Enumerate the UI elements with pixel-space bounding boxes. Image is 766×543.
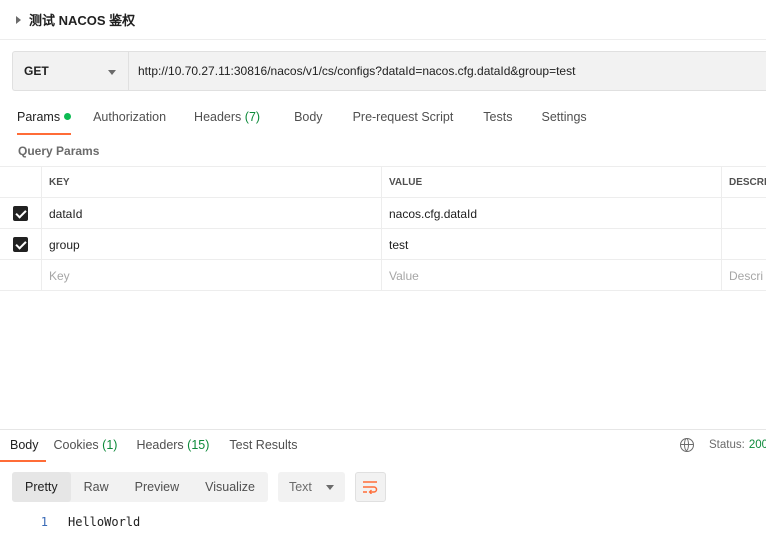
param-row: dataId nacos.cfg.dataId — [0, 198, 766, 229]
view-visualize-button[interactable]: Visualize — [192, 472, 268, 502]
new-param-key-input[interactable]: Key — [42, 260, 382, 291]
response-tab-test-results-label: Test Results — [229, 438, 298, 452]
tab-pre-request-script[interactable]: Pre-request Script — [353, 104, 454, 134]
wrap-lines-button[interactable] — [354, 472, 386, 502]
wrap-lines-icon — [363, 481, 378, 494]
param-description-cell[interactable] — [722, 229, 766, 260]
line-number: 1 — [40, 515, 48, 529]
tab-authorization-label: Authorization — [93, 110, 167, 124]
param-checkbox-cell — [0, 198, 42, 229]
response-tab-cookies-label: Cookies — [53, 438, 99, 452]
tab-body[interactable]: Body — [294, 104, 323, 134]
request-url-bar: GET http://10.70.27.11:30816/nacos/v1/cs… — [12, 51, 766, 91]
param-checkbox[interactable] — [13, 237, 28, 252]
response-tabs: Body Cookies (1) Headers (15) Test Resul… — [0, 432, 766, 462]
response-view-toolbar: Pretty Raw Preview Visualize Text — [12, 472, 386, 502]
request-title[interactable]: 测试 NACOS 鉴权 — [29, 10, 135, 29]
method-label: GET — [24, 64, 49, 78]
chevron-down-icon — [108, 70, 116, 75]
request-title-bar: 测试 NACOS 鉴权 — [0, 0, 766, 40]
view-preview-button[interactable]: Preview — [122, 472, 192, 502]
response-tab-cookies[interactable]: Cookies (1) — [54, 432, 118, 462]
view-pretty-button[interactable]: Pretty — [12, 472, 71, 502]
param-key-cell[interactable]: dataId — [42, 198, 382, 229]
format-select-label: Text — [288, 480, 312, 494]
response-tab-test-results[interactable]: Test Results — [229, 432, 297, 462]
tab-headers-label: Headers — [194, 110, 242, 124]
column-header-value: VALUE — [382, 167, 722, 198]
response-status: Status: 200 — [680, 438, 766, 452]
param-row: group test — [0, 229, 766, 260]
param-value-cell[interactable]: test — [382, 229, 722, 260]
query-params-heading: Query Params — [18, 144, 100, 158]
tab-params-label: Params — [17, 110, 61, 124]
tab-settings-label: Settings — [541, 110, 587, 124]
response-tab-cookies-count: (1) — [102, 438, 118, 452]
tab-settings[interactable]: Settings — [541, 104, 586, 134]
tab-tests[interactable]: Tests — [483, 104, 512, 134]
param-checkbox-cell — [0, 260, 42, 291]
tab-params[interactable]: Params — [17, 104, 72, 135]
params-active-dot-icon — [64, 113, 72, 120]
param-key-cell[interactable]: group — [42, 229, 382, 260]
format-select[interactable]: Text — [277, 472, 345, 502]
expand-caret-icon[interactable] — [16, 15, 21, 24]
request-tabs: Params Authorization Headers (7) Body Pr… — [0, 104, 766, 135]
response-tab-headers-count: (15) — [187, 438, 210, 452]
new-param-description-input[interactable]: Descri — [722, 260, 766, 291]
url-input[interactable]: http://10.70.27.11:30816/nacos/v1/cs/con… — [128, 51, 766, 91]
response-tab-body[interactable]: Body — [0, 432, 46, 462]
column-header-description: DESCRI — [729, 177, 766, 188]
param-new-row: Key Value Descri — [0, 260, 766, 291]
view-mode-group: Pretty Raw Preview Visualize — [12, 472, 268, 502]
response-tab-headers[interactable]: Headers (15) — [136, 432, 209, 462]
view-raw-button[interactable]: Raw — [71, 472, 122, 502]
tab-authorization[interactable]: Authorization — [93, 104, 166, 134]
status-label: Status: — [709, 439, 745, 451]
header-check-cell — [0, 167, 42, 198]
response-tab-headers-label: Headers — [136, 438, 184, 452]
param-checkbox-cell — [0, 229, 42, 260]
tab-headers[interactable]: Headers (7) — [194, 104, 260, 134]
chevron-down-icon — [325, 484, 334, 490]
tab-headers-count: (7) — [244, 110, 261, 124]
param-checkbox[interactable] — [13, 206, 28, 221]
tab-pre-request-script-label: Pre-request Script — [352, 110, 454, 124]
method-select[interactable]: GET — [12, 51, 128, 91]
response-body-editor[interactable]: 1 HelloWorld — [0, 511, 766, 533]
response-body-line: HelloWorld — [68, 515, 141, 529]
response-tab-body-label: Body — [10, 438, 39, 452]
param-value-cell[interactable]: nacos.cfg.dataId — [382, 198, 722, 229]
column-header-key: KEY — [42, 167, 382, 198]
tab-tests-label: Tests — [483, 110, 513, 124]
params-table: KEY VALUE DESCRI dataId nacos.cfg.dataId… — [0, 166, 766, 291]
globe-icon[interactable] — [680, 438, 694, 452]
params-table-header: KEY VALUE DESCRI — [0, 167, 766, 198]
status-value[interactable]: 200 — [749, 439, 766, 451]
param-description-cell[interactable] — [722, 198, 766, 229]
tab-body-label: Body — [294, 110, 323, 124]
new-param-value-input[interactable]: Value — [382, 260, 722, 291]
pane-divider[interactable] — [0, 429, 766, 430]
